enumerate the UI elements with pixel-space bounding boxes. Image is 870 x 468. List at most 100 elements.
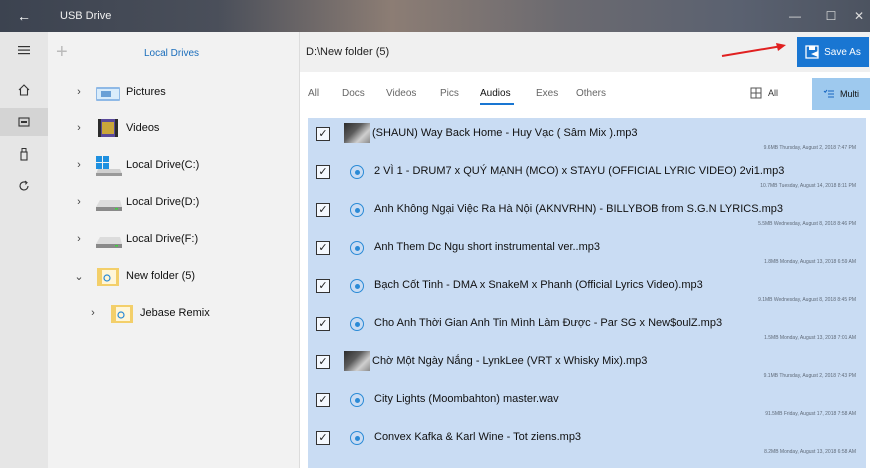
row-checkbox[interactable]: ✓ (316, 393, 330, 407)
chevron-down-icon[interactable]: ⌄ (70, 270, 88, 283)
all-label: All (768, 88, 779, 98)
sync-icon[interactable] (0, 172, 48, 200)
tab-pics[interactable]: Pics (440, 88, 459, 99)
file-meta: 1.5MB Monday, August 13, 2018 7:01 AM (764, 335, 856, 341)
tab-exes[interactable]: Exes (536, 88, 558, 99)
drive-icon (94, 190, 122, 214)
chevron-right-icon[interactable]: › (84, 307, 102, 319)
file-row[interactable]: ✓ Chờ Một Ngày Nắng - LynkLee (VRT x Whi… (308, 346, 866, 384)
file-row[interactable]: ✓ Convex Kafka & Karl Wine - Tot ziens.m… (308, 422, 866, 460)
file-meta: 9.1MB Thursday, August 2, 2018 7:43 PM (763, 373, 856, 379)
file-row[interactable]: ✓ Anh Them Dc Ngu short instrumental ver… (308, 232, 866, 270)
menu-icon[interactable] (0, 36, 48, 64)
tree-item-local-drive-d[interactable]: › Local Drive(D:) (70, 186, 199, 218)
tree-item-label: Local Drive(C:) (126, 159, 200, 171)
row-checkbox[interactable]: ✓ (316, 279, 330, 293)
back-arrow-icon[interactable]: ← (0, 0, 48, 32)
minimize-button[interactable]: — (776, 0, 814, 32)
path-bar: D:\New folder (5) Save As (300, 32, 870, 72)
save-icon (805, 45, 819, 59)
usb-icon[interactable] (0, 140, 48, 168)
tab-videos[interactable]: Videos (386, 88, 416, 99)
chevron-right-icon[interactable]: › (70, 122, 88, 134)
audio-file-icon (350, 203, 364, 217)
close-button[interactable]: ✕ (840, 0, 870, 32)
local-drives-label[interactable]: Local Drives (144, 48, 199, 59)
audio-file-icon (350, 241, 364, 255)
file-meta: 9.6MB Thursday, August 2, 2018 7:47 PM (763, 145, 856, 151)
pictures-folder-icon (94, 80, 122, 104)
grid-icon (750, 87, 762, 99)
home-icon[interactable] (0, 76, 48, 104)
window-title: USB Drive (60, 10, 112, 22)
tree-item-label: Jebase Remix (140, 307, 210, 319)
multi-select-button[interactable]: Multi (812, 78, 870, 110)
file-row[interactable]: ✓ City Lights (Moombahton) master.wav 91… (308, 384, 866, 422)
videos-folder-icon (94, 116, 122, 140)
row-checkbox[interactable]: ✓ (316, 431, 330, 445)
current-path[interactable]: D:\New folder (5) (306, 46, 389, 58)
drive-icon[interactable] (0, 108, 48, 136)
red-arrow-annotation-icon (721, 43, 786, 57)
audio-file-icon (350, 165, 364, 179)
tree-item-videos[interactable]: › Videos (70, 112, 159, 144)
file-row[interactable]: ✓ Anh Không Ngại Việc Ra Hà Nội (AKNVRHN… (308, 194, 866, 232)
drive-icon (94, 227, 122, 251)
row-checkbox[interactable]: ✓ (316, 317, 330, 331)
chevron-right-icon[interactable]: › (70, 233, 88, 245)
file-type-tabs: All Docs Videos Pics Audios Exes Others … (300, 72, 870, 114)
folder-tree-panel: + Local Drives › Pictures › Videos › Loc… (48, 32, 300, 468)
file-row[interactable]: ✓ 2 VÌ 1 - DRUM7 x QUÝ MẠNH (MCO) x STAY… (308, 156, 866, 194)
file-meta: 91.5MB Friday, August 17, 2018 7:58 AM (765, 411, 856, 417)
row-checkbox[interactable]: ✓ (316, 165, 330, 179)
folder-icon (108, 301, 136, 325)
file-meta: 5.5MB Wednesday, August 8, 2018 8:46 PM (758, 221, 856, 227)
windows-drive-icon (94, 153, 122, 177)
row-checkbox[interactable]: ✓ (316, 127, 330, 141)
file-name: City Lights (Moombahton) master.wav (374, 393, 559, 405)
row-checkbox[interactable]: ✓ (316, 203, 330, 217)
tab-audios[interactable]: Audios (480, 88, 511, 99)
file-meta: 1.8MB Monday, August 13, 2018 6:59 AM (764, 259, 856, 265)
file-name: Cho Anh Thời Gian Anh Tin Mình Làm Được … (374, 317, 723, 329)
save-as-button[interactable]: Save As (797, 37, 869, 67)
tree-item-label: Pictures (126, 86, 166, 98)
file-row[interactable]: ✓ Bạch Cốt Tinh - DMA x SnakeM x Phanh (… (308, 270, 866, 308)
audio-file-icon (350, 431, 364, 445)
file-meta: 9.1MB Wednesday, August 8, 2018 8:45 PM (758, 297, 856, 303)
file-name: Chờ Một Ngày Nắng - LynkLee (VRT x Whisk… (372, 355, 648, 367)
app-window: ← USB Drive — ☐ ✕ + Local Drives › Pictu… (0, 0, 870, 468)
row-checkbox[interactable]: ✓ (316, 355, 330, 369)
file-row[interactable]: ✓ Cho Anh Thời Gian Anh Tin Mình Làm Đượ… (308, 308, 866, 346)
tree-item-local-drive-f[interactable]: › Local Drive(F:) (70, 223, 198, 255)
select-all-button[interactable]: All (750, 82, 778, 104)
tree-item-label: New folder (5) (126, 270, 196, 282)
tab-all[interactable]: All (308, 88, 319, 99)
file-name: (SHAUN) Way Back Home - Huy Vạc ( Sâm Mi… (372, 127, 638, 139)
multi-label: Multi (839, 89, 859, 99)
checklist-icon (823, 89, 834, 98)
audio-file-icon (350, 279, 364, 293)
file-row[interactable]: ✓ (SHAUN) Way Back Home - Huy Vạc ( Sâm … (308, 118, 866, 156)
left-rail (0, 32, 48, 468)
file-name: Bạch Cốt Tinh - DMA x SnakeM x Phanh (Of… (374, 279, 703, 291)
active-tab-indicator (480, 103, 514, 105)
file-name: Anh Không Ngại Việc Ra Hà Nội (AKNVRHN) … (374, 203, 783, 215)
tree-item-jebase-remix[interactable]: › Jebase Remix (84, 297, 210, 329)
tree-item-pictures[interactable]: › Pictures (70, 76, 166, 108)
chevron-right-icon[interactable]: › (70, 159, 88, 171)
title-bar: ← USB Drive — ☐ ✕ (0, 0, 870, 32)
row-checkbox[interactable]: ✓ (316, 241, 330, 255)
tree-item-new-folder-5[interactable]: ⌄ New folder (5) (70, 260, 195, 292)
tree-item-local-drive-c[interactable]: › Local Drive(C:) (70, 149, 199, 181)
folder-icon (94, 264, 122, 288)
audio-file-icon (350, 317, 364, 331)
chevron-right-icon[interactable]: › (70, 196, 88, 208)
main-panel: D:\New folder (5) Save As All Docs Video… (300, 32, 870, 468)
file-list: ✓ (SHAUN) Way Back Home - Huy Vạc ( Sâm … (308, 118, 866, 468)
file-name: 2 VÌ 1 - DRUM7 x QUÝ MẠNH (MCO) x STAYU … (374, 165, 785, 177)
chevron-right-icon[interactable]: › (70, 86, 88, 98)
tab-others[interactable]: Others (576, 88, 606, 99)
tab-docs[interactable]: Docs (342, 88, 365, 99)
add-icon[interactable]: + (56, 42, 68, 62)
